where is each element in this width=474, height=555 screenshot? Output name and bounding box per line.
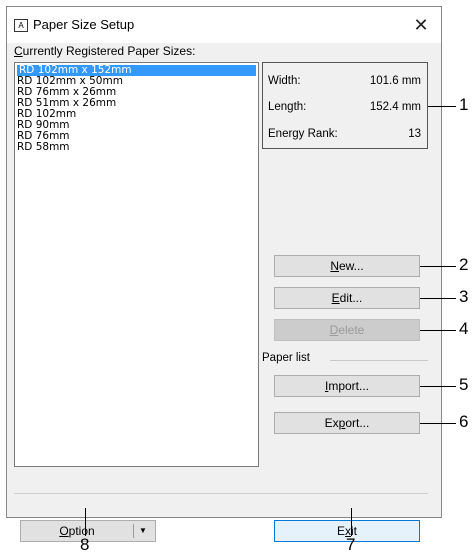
callout-line-5	[420, 386, 456, 387]
callout-8: 8	[80, 535, 90, 554]
callout-2: 2	[459, 255, 469, 274]
edit-button[interactable]: Edit...	[274, 287, 420, 309]
split-divider	[133, 524, 134, 538]
callout-line-1	[428, 106, 456, 107]
title-bar: A Paper Size Setup ✕	[7, 7, 441, 43]
import-button[interactable]: Import...	[274, 375, 420, 397]
list-item[interactable]: RD 58mm	[15, 142, 258, 153]
callout-7: 7	[346, 535, 356, 554]
close-icon[interactable]: ✕	[407, 12, 435, 38]
delete-button[interactable]: Delete	[274, 319, 420, 341]
callout-line-3	[420, 298, 456, 299]
dropdown-arrow-icon[interactable]: ▼	[139, 521, 147, 541]
callout-line-4	[420, 330, 456, 331]
footer-divider	[14, 493, 428, 494]
length-label: Length:	[268, 101, 307, 113]
group-divider	[330, 360, 428, 361]
width-value: 101.6 mm	[369, 75, 421, 87]
callout-6: 6	[459, 412, 469, 431]
callout-line-8	[85, 508, 86, 536]
callout-1: 1	[459, 95, 469, 114]
energy-rank-value: 13	[408, 128, 421, 140]
paper-info-panel: Width: 101.6 mm Length: 152.4 mm Energy …	[262, 62, 428, 149]
callout-3: 3	[459, 287, 469, 306]
callout-4: 4	[459, 319, 469, 338]
app-icon: A	[14, 19, 28, 32]
export-button[interactable]: Export...	[274, 412, 420, 434]
registered-sizes-label: Currently Registered Paper Sizes:	[14, 44, 196, 58]
paper-size-list[interactable]: RD 102mm x 152mm RD 102mm x 50mm RD 76mm x…	[14, 62, 259, 467]
window-title: Paper Size Setup	[33, 17, 135, 32]
callout-line-7	[351, 508, 352, 536]
callout-line-6	[420, 423, 456, 424]
callout-5: 5	[459, 375, 469, 394]
width-label: Width:	[268, 75, 301, 87]
paper-list-group-label: Paper list	[262, 352, 310, 364]
length-value: 152.4 mm	[369, 101, 421, 113]
energy-rank-label: Energy Rank:	[268, 128, 338, 140]
callout-line-2	[420, 266, 456, 267]
new-button[interactable]: New...	[274, 255, 420, 277]
